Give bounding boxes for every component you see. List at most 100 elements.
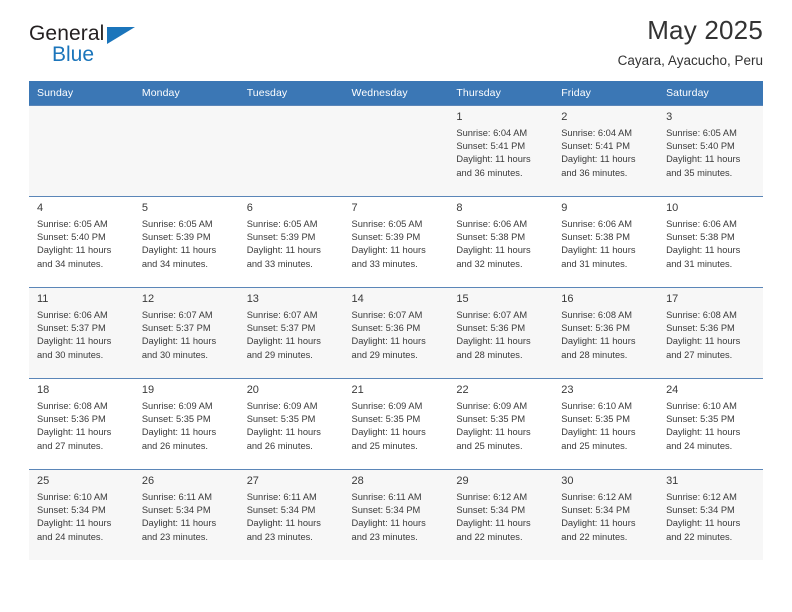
calendar-cell-day[interactable]: 4 Sunrise: 6:05 AM Sunset: 5:40 PM Daylig… — [29, 196, 134, 288]
day-number: 5 — [141, 202, 148, 214]
day-sun-details: Sunrise: 6:12 AM Sunset: 5:34 PM Dayligh… — [666, 492, 741, 542]
calendar-cell-day[interactable]: 23 Sunrise: 6:10 AM Sunset: 5:35 PM Dayli… — [553, 378, 659, 470]
day-sun-details: Sunrise: 6:08 AM Sunset: 5:36 PM Dayligh… — [37, 401, 112, 451]
page-subtitle: Cayara, Ayacucho, Peru — [617, 53, 763, 68]
day-sun-details: Sunrise: 6:11 AM Sunset: 5:34 PM Dayligh… — [141, 492, 217, 542]
day-sun-details: Sunrise: 6:09 AM Sunset: 5:35 PM Dayligh… — [246, 401, 321, 451]
day-sun-details: Sunrise: 6:08 AM Sunset: 5:36 PM Dayligh… — [666, 310, 741, 360]
day-cell-content: 11 Sunrise: 6:06 AM Sunset: 5:37 PM Dayli… — [29, 288, 134, 378]
day-number: 12 — [141, 293, 155, 305]
day-number: 22 — [456, 384, 469, 396]
day-number: 9 — [561, 202, 568, 214]
weekday-header-sunday: Sunday — [29, 81, 134, 106]
day-cell-content: 10 Sunrise: 6:06 AM Sunset: 5:38 PM Dayli… — [658, 197, 763, 287]
calendar-cell-day[interactable]: 16 Sunrise: 6:08 AM Sunset: 5:36 PM Dayli… — [553, 287, 659, 379]
day-number: 15 — [456, 293, 469, 305]
day-sun-details: Sunrise: 6:10 AM Sunset: 5:34 PM Dayligh… — [37, 492, 112, 542]
day-sun-details: Sunrise: 6:11 AM Sunset: 5:34 PM Dayligh… — [351, 492, 426, 542]
calendar-cell-empty — [29, 105, 134, 197]
calendar-cell-day[interactable]: 3 Sunrise: 6:05 AM Sunset: 5:40 PM Daylig… — [658, 105, 763, 197]
day-number: 19 — [141, 384, 155, 396]
day-number: 17 — [666, 293, 679, 305]
day-cell-content: 22 Sunrise: 6:09 AM Sunset: 5:35 PM Dayli… — [448, 379, 553, 469]
day-sun-details: Sunrise: 6:05 AM Sunset: 5:40 PM Dayligh… — [666, 128, 741, 178]
calendar-week-row: 1 Sunrise: 6:04 AM Sunset: 5:41 PM Daylig… — [29, 105, 763, 197]
day-cell-content: 27 Sunrise: 6:11 AM Sunset: 5:34 PM Dayli… — [239, 470, 344, 560]
day-cell-content: 5 Sunrise: 6:05 AM Sunset: 5:39 PM Daylig… — [134, 197, 239, 287]
day-cell-content: 29 Sunrise: 6:12 AM Sunset: 5:34 PM Dayli… — [448, 470, 553, 560]
day-cell-content: 14 Sunrise: 6:07 AM Sunset: 5:36 PM Dayli… — [344, 288, 449, 378]
calendar-cell-day[interactable]: 12 Sunrise: 6:07 AM Sunset: 5:37 PM Dayli… — [133, 287, 239, 379]
day-number: 27 — [246, 475, 259, 487]
day-sun-details: Sunrise: 6:09 AM Sunset: 5:35 PM Dayligh… — [456, 401, 531, 451]
page-header: General Blue May 2025 Cayara, Ayacucho, … — [29, 0, 763, 74]
calendar-cell-day[interactable]: 17 Sunrise: 6:08 AM Sunset: 5:36 PM Dayli… — [658, 287, 763, 379]
day-cell-content: 7 Sunrise: 6:05 AM Sunset: 5:39 PM Daylig… — [344, 197, 449, 287]
day-number: 18 — [37, 384, 50, 396]
calendar-cell-day[interactable]: 25 Sunrise: 6:10 AM Sunset: 5:34 PM Dayli… — [29, 469, 134, 560]
day-cell-content: 30 Sunrise: 6:12 AM Sunset: 5:34 PM Dayli… — [553, 470, 658, 560]
day-cell-content: 20 Sunrise: 6:09 AM Sunset: 5:35 PM Dayli… — [239, 379, 344, 469]
calendar-cell-day[interactable]: 15 Sunrise: 6:07 AM Sunset: 5:36 PM Dayli… — [448, 287, 554, 379]
day-number: 6 — [246, 202, 253, 214]
day-cell-content: 17 Sunrise: 6:08 AM Sunset: 5:36 PM Dayli… — [658, 288, 763, 378]
day-number: 21 — [351, 384, 364, 396]
day-cell-content: 1 Sunrise: 6:04 AM Sunset: 5:41 PM Daylig… — [448, 106, 553, 196]
triangle-logo-icon — [107, 27, 135, 44]
calendar-week-row: 11 Sunrise: 6:06 AM Sunset: 5:37 PM Dayli… — [29, 287, 763, 379]
day-sun-details: Sunrise: 6:04 AM Sunset: 5:41 PM Dayligh… — [561, 128, 636, 178]
calendar-cell-day[interactable]: 8 Sunrise: 6:06 AM Sunset: 5:38 PM Daylig… — [448, 196, 554, 288]
calendar-cell-day[interactable]: 1 Sunrise: 6:04 AM Sunset: 5:41 PM Daylig… — [448, 105, 554, 197]
brand-logo[interactable]: General Blue — [29, 22, 149, 70]
calendar-week-row: 18 Sunrise: 6:08 AM Sunset: 5:36 PM Dayli… — [29, 378, 763, 470]
calendar-cell-day[interactable]: 20 Sunrise: 6:09 AM Sunset: 5:35 PM Dayli… — [238, 378, 344, 470]
calendar-cell-day[interactable]: 10 Sunrise: 6:06 AM Sunset: 5:38 PM Dayli… — [658, 196, 763, 288]
day-number: 14 — [351, 293, 364, 305]
day-sun-details: Sunrise: 6:05 AM Sunset: 5:39 PM Dayligh… — [141, 219, 217, 269]
calendar-cell-day[interactable]: 18 Sunrise: 6:08 AM Sunset: 5:36 PM Dayli… — [29, 378, 134, 470]
calendar-cell-day[interactable]: 30 Sunrise: 6:12 AM Sunset: 5:34 PM Dayli… — [553, 469, 659, 560]
calendar-cell-day[interactable]: 14 Sunrise: 6:07 AM Sunset: 5:36 PM Dayli… — [343, 287, 449, 379]
calendar-cell-day[interactable]: 29 Sunrise: 6:12 AM Sunset: 5:34 PM Dayli… — [448, 469, 554, 560]
calendar-header-row: Sunday Monday Tuesday Wednesday Thursday… — [29, 81, 763, 106]
day-sun-details: Sunrise: 6:07 AM Sunset: 5:37 PM Dayligh… — [246, 310, 321, 360]
day-sun-details: Sunrise: 6:09 AM Sunset: 5:35 PM Dayligh… — [351, 401, 426, 451]
calendar-cell-day[interactable]: 2 Sunrise: 6:04 AM Sunset: 5:41 PM Daylig… — [553, 105, 659, 197]
day-number: 29 — [456, 475, 469, 487]
calendar-cell-day[interactable]: 24 Sunrise: 6:10 AM Sunset: 5:35 PM Dayli… — [658, 378, 763, 470]
day-sun-details: Sunrise: 6:12 AM Sunset: 5:34 PM Dayligh… — [561, 492, 636, 542]
calendar-cell-day[interactable]: 31 Sunrise: 6:12 AM Sunset: 5:34 PM Dayli… — [658, 469, 763, 560]
calendar-cell-day[interactable]: 9 Sunrise: 6:06 AM Sunset: 5:38 PM Daylig… — [553, 196, 659, 288]
day-cell-content: 26 Sunrise: 6:11 AM Sunset: 5:34 PM Dayli… — [134, 470, 239, 560]
calendar-cell-day[interactable]: 19 Sunrise: 6:09 AM Sunset: 5:35 PM Dayli… — [133, 378, 239, 470]
day-sun-details: Sunrise: 6:07 AM Sunset: 5:37 PM Dayligh… — [141, 310, 217, 360]
day-number: 13 — [246, 293, 259, 305]
calendar-cell-day[interactable]: 13 Sunrise: 6:07 AM Sunset: 5:37 PM Dayli… — [238, 287, 344, 379]
day-number: 31 — [666, 475, 679, 487]
day-number: 1 — [456, 111, 463, 123]
day-cell-content: 23 Sunrise: 6:10 AM Sunset: 5:35 PM Dayli… — [553, 379, 658, 469]
day-cell-content: 3 Sunrise: 6:05 AM Sunset: 5:40 PM Daylig… — [658, 106, 763, 196]
calendar-body: 1 Sunrise: 6:04 AM Sunset: 5:41 PM Daylig… — [29, 105, 763, 560]
calendar-cell-day[interactable]: 7 Sunrise: 6:05 AM Sunset: 5:39 PM Daylig… — [343, 196, 449, 288]
calendar-cell-day[interactable]: 26 Sunrise: 6:11 AM Sunset: 5:34 PM Dayli… — [133, 469, 239, 560]
day-number: 23 — [561, 384, 574, 396]
day-sun-details: Sunrise: 6:11 AM Sunset: 5:34 PM Dayligh… — [246, 492, 321, 542]
day-number: 2 — [561, 111, 568, 123]
calendar-cell-day[interactable]: 5 Sunrise: 6:05 AM Sunset: 5:39 PM Daylig… — [133, 196, 239, 288]
day-sun-details: Sunrise: 6:06 AM Sunset: 5:38 PM Dayligh… — [561, 219, 636, 269]
day-sun-details: Sunrise: 6:05 AM Sunset: 5:39 PM Dayligh… — [246, 219, 321, 269]
day-number: 3 — [666, 111, 673, 123]
day-cell-content: 12 Sunrise: 6:07 AM Sunset: 5:37 PM Dayli… — [134, 288, 239, 378]
calendar-cell-day[interactable]: 11 Sunrise: 6:06 AM Sunset: 5:37 PM Dayli… — [29, 287, 134, 379]
calendar-cell-day[interactable]: 21 Sunrise: 6:09 AM Sunset: 5:35 PM Dayli… — [343, 378, 449, 470]
day-number: 10 — [666, 202, 679, 214]
weekday-header-wednesday: Wednesday — [343, 81, 449, 106]
calendar-cell-day[interactable]: 22 Sunrise: 6:09 AM Sunset: 5:35 PM Dayli… — [448, 378, 554, 470]
calendar-cell-day[interactable]: 6 Sunrise: 6:05 AM Sunset: 5:39 PM Daylig… — [238, 196, 344, 288]
day-sun-details: Sunrise: 6:05 AM Sunset: 5:39 PM Dayligh… — [351, 219, 426, 269]
day-number: 30 — [561, 475, 574, 487]
calendar-cell-day[interactable]: 27 Sunrise: 6:11 AM Sunset: 5:34 PM Dayli… — [238, 469, 344, 560]
title-block: May 2025 Cayara, Ayacucho, Peru — [618, 14, 763, 71]
calendar-cell-day[interactable]: 28 Sunrise: 6:11 AM Sunset: 5:34 PM Dayli… — [343, 469, 449, 560]
